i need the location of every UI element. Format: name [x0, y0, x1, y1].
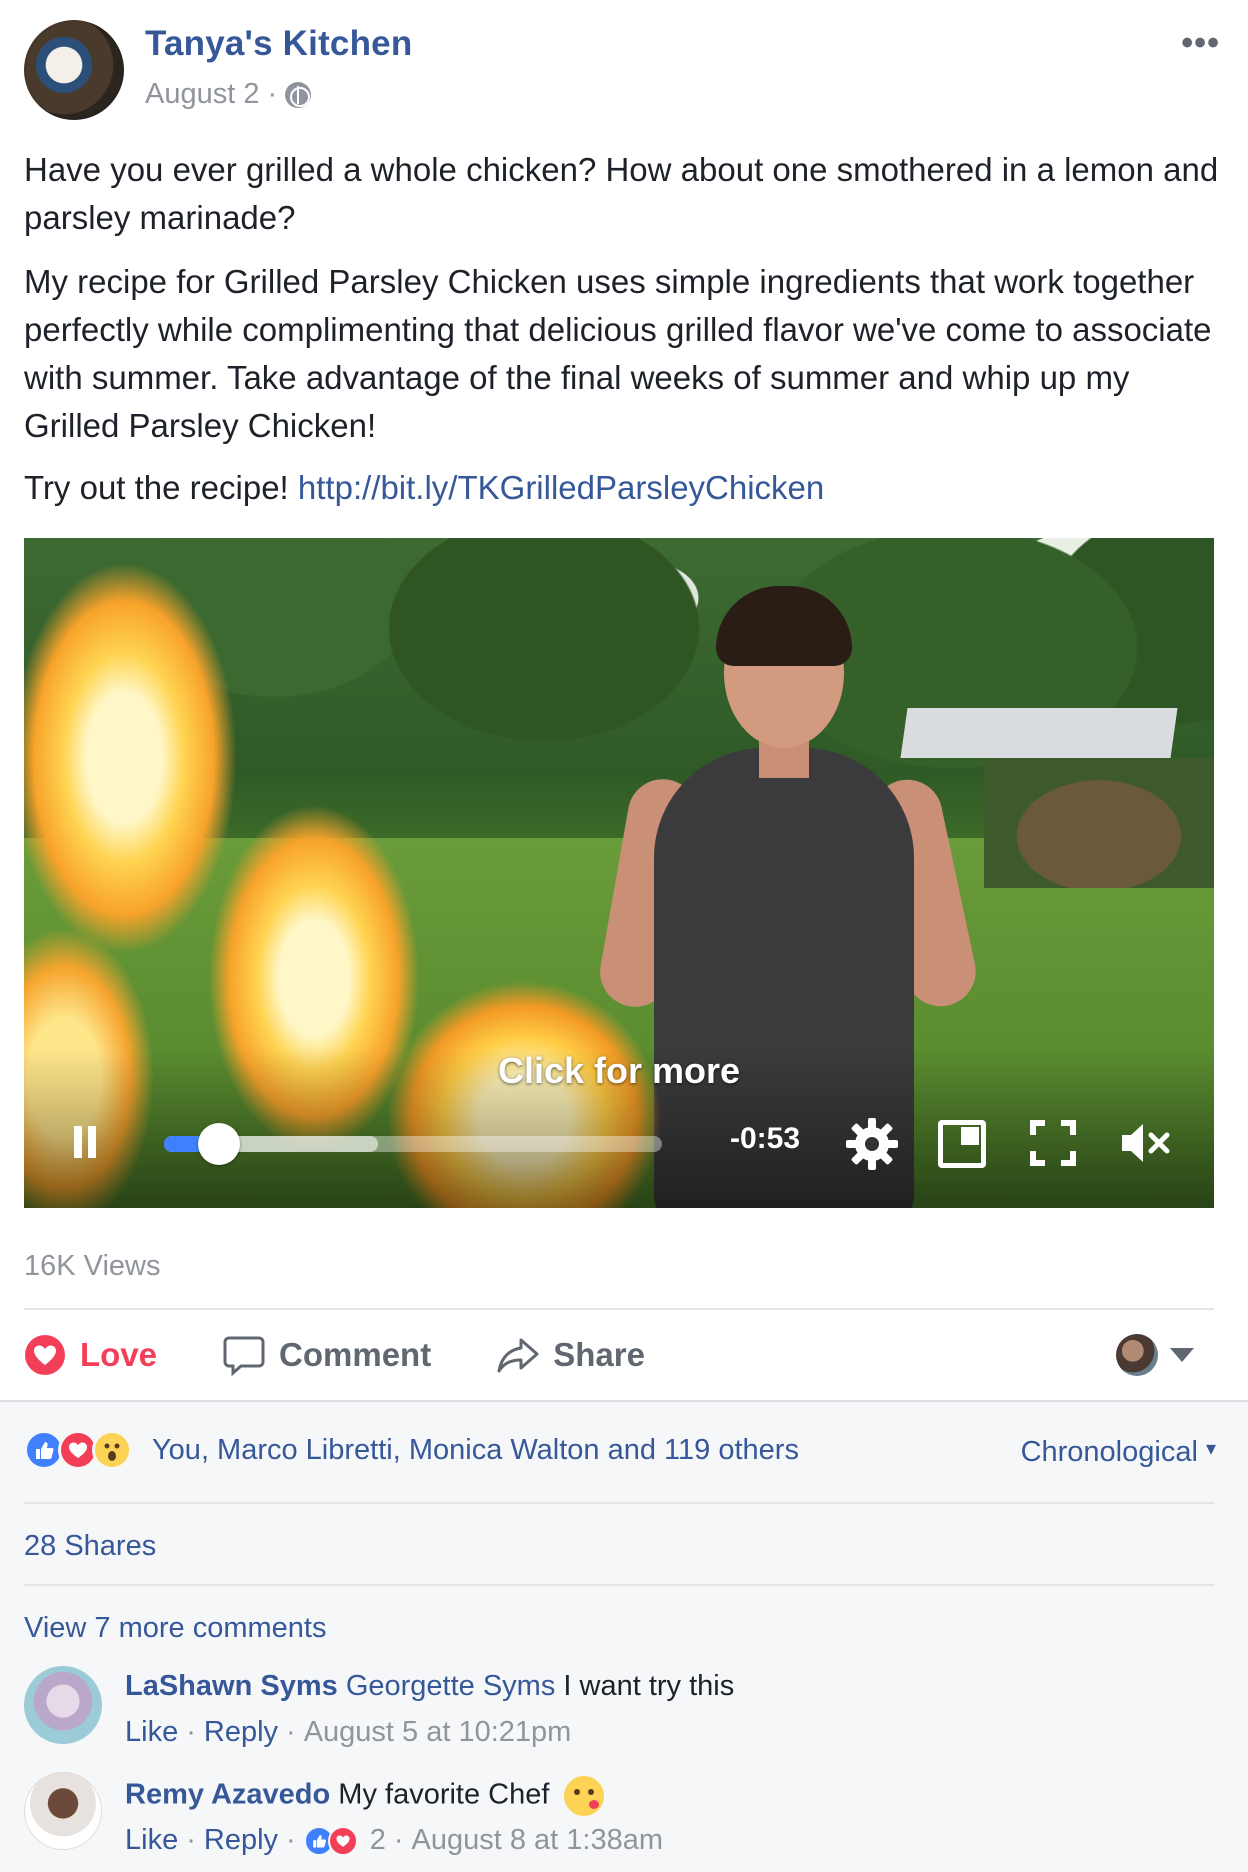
comment-text: I want try this [563, 1670, 735, 1702]
action-bar: Love Comment Share [24, 1310, 1214, 1400]
commenter-avatar[interactable] [24, 1772, 102, 1850]
meta-dot: · [393, 1824, 404, 1856]
comment-reaction-count[interactable]: 2 [370, 1824, 386, 1857]
post-paragraph-1: Have you ever grilled a whole chicken? H… [24, 151, 1219, 236]
comment-icon [223, 1336, 265, 1376]
view-count: 16K Views [24, 1250, 161, 1282]
recipe-prompt: Try out the recipe! [24, 469, 298, 506]
video-progress-bar[interactable] [164, 1123, 662, 1165]
more-options-button[interactable]: ••• [1181, 24, 1220, 63]
commenter-name[interactable]: Remy Azavedo [125, 1779, 330, 1811]
user-avatar [1116, 1334, 1158, 1376]
tagged-user[interactable]: Georgette Syms [346, 1670, 556, 1702]
meta-dot: · [186, 1716, 196, 1748]
comment-like-link[interactable]: Like [125, 1824, 178, 1857]
video-background-building [900, 708, 1178, 758]
comment-button[interactable]: Comment [223, 1334, 431, 1376]
video-scrubber-handle[interactable] [197, 1123, 240, 1165]
heart-icon [25, 1335, 65, 1375]
comment-body: LaShawn Syms Georgette Syms I want try t… [125, 1670, 734, 1703]
comment-reply-link[interactable]: Reply [204, 1824, 278, 1857]
recipe-link[interactable]: http://bit.ly/TKGrilledParsleyChicken [298, 469, 824, 506]
video-time-remaining: -0:53 [730, 1122, 801, 1155]
commenter-name[interactable]: LaShawn Syms [125, 1670, 338, 1702]
comment-timestamp[interactable]: August 5 at 10:21pm [304, 1716, 572, 1749]
post-as-selector[interactable] [1116, 1334, 1194, 1376]
comment-body: Remy Azavedo My favorite Chef [125, 1776, 604, 1816]
share-icon [497, 1338, 539, 1373]
reactions-summary-text[interactable]: You, Marco Libretti, Monica Walton and 1… [152, 1434, 799, 1467]
comment-meta: Like · Reply · August 5 at 10:21pm [125, 1716, 571, 1749]
comment-meta: Like · Reply · 2 · August 8 at 1:38am [125, 1824, 663, 1857]
share-button[interactable]: Share [497, 1334, 645, 1376]
video-background-hedge [984, 758, 1214, 888]
shares-count-link[interactable]: 28 Shares [24, 1530, 156, 1563]
wow-reaction-icon [92, 1430, 132, 1470]
fullscreen-icon[interactable] [1030, 1120, 1076, 1166]
meta-separator: · [267, 78, 278, 110]
post-paragraph-3: Try out the recipe! http://bit.ly/TKGril… [24, 464, 1224, 512]
commenter-avatar[interactable] [24, 1666, 102, 1744]
page-avatar[interactable] [24, 20, 124, 120]
caret-down-icon: ▾ [1205, 1438, 1216, 1460]
love-label: Love [80, 1336, 158, 1373]
comment-sort-label: Chronological [1020, 1436, 1198, 1468]
meta-dot: · [286, 1716, 296, 1748]
comment-timestamp[interactable]: August 8 at 1:38am [412, 1824, 664, 1857]
chevron-down-icon [1170, 1348, 1194, 1362]
globe-icon [285, 81, 312, 108]
muted-speaker-icon[interactable] [1118, 1120, 1172, 1166]
video-player[interactable]: Click for more -0:53 [24, 538, 1214, 1208]
reactions-summary[interactable]: You, Marco Libretti, Monica Walton and 1… [24, 1430, 799, 1470]
comment-sort-dropdown[interactable]: Chronological ▾ [1021, 1436, 1216, 1469]
comment-reactions[interactable] [303, 1825, 358, 1856]
post-meta: August 2 · [145, 78, 312, 111]
post-paragraph-2: My recipe for Grilled Parsley Chicken us… [24, 263, 1212, 444]
post-date[interactable]: August 2 [145, 78, 259, 111]
comment-label: Comment [279, 1336, 432, 1373]
divider [24, 1584, 1214, 1586]
click-for-more-overlay[interactable]: Click for more [24, 1050, 1214, 1092]
comment-text: My favorite Chef [338, 1778, 550, 1811]
kissing-heart-emoji-icon [563, 1776, 604, 1816]
love-button[interactable]: Love [24, 1334, 157, 1376]
pause-icon[interactable] [72, 1126, 98, 1158]
share-label: Share [553, 1336, 645, 1373]
page-name-link[interactable]: Tanya's Kitchen [145, 24, 412, 64]
view-more-comments-link[interactable]: View 7 more comments [24, 1612, 326, 1645]
comment-like-link[interactable]: Like [125, 1716, 178, 1749]
picture-in-picture-icon[interactable] [938, 1120, 986, 1168]
heart-reaction-icon [327, 1825, 358, 1856]
comment-reply-link[interactable]: Reply [204, 1716, 278, 1749]
divider [24, 1502, 1214, 1504]
meta-dot: · [186, 1824, 196, 1856]
meta-dot: · [286, 1824, 296, 1856]
gear-icon[interactable] [844, 1116, 900, 1172]
reaction-icons [24, 1430, 132, 1470]
